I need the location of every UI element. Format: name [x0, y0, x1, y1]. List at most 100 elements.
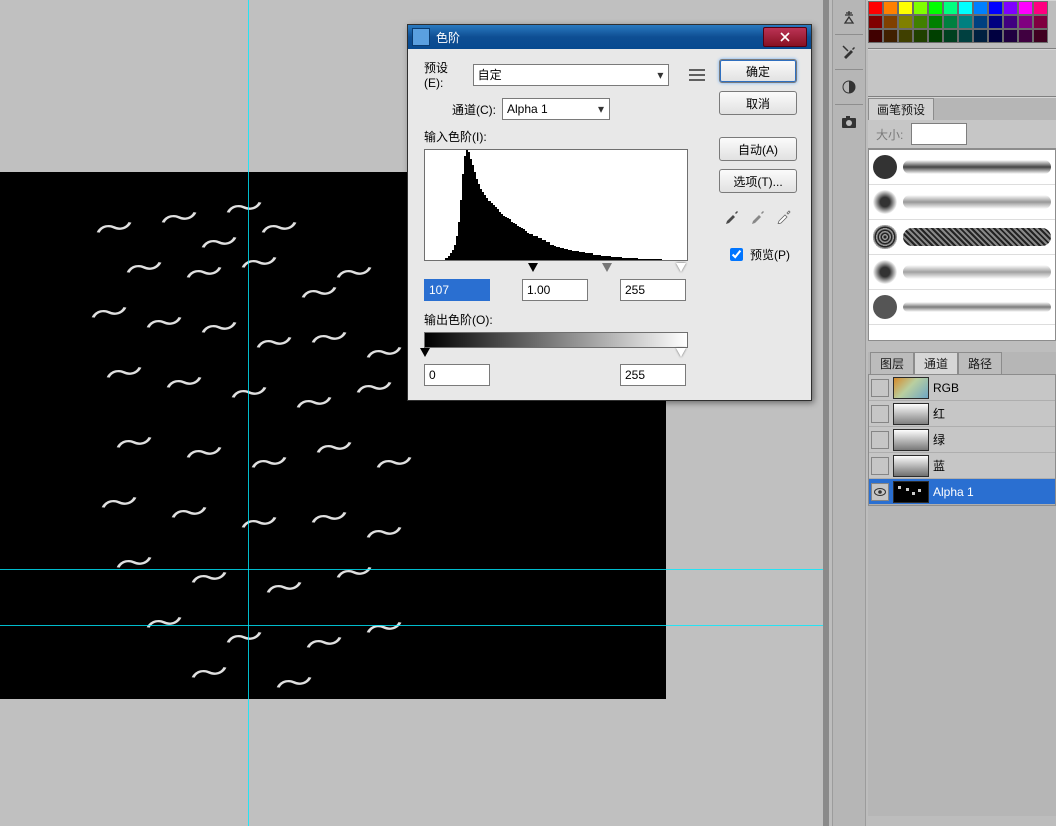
preset-menu-icon[interactable] — [687, 65, 707, 85]
channel-row-blue[interactable]: 蓝 — [869, 453, 1055, 479]
output-shadow-slider[interactable] — [420, 348, 430, 357]
swatch[interactable] — [988, 15, 1003, 29]
guide-horizontal-1[interactable] — [0, 569, 823, 570]
swatch[interactable] — [958, 15, 973, 29]
highlight-input[interactable] — [620, 279, 686, 301]
swatch[interactable] — [973, 15, 988, 29]
visibility-toggle[interactable] — [871, 405, 889, 423]
visibility-toggle[interactable] — [871, 379, 889, 397]
bird-glyph: 〜 — [291, 378, 338, 425]
shadow-input[interactable] — [424, 279, 490, 301]
swatch[interactable] — [868, 1, 883, 15]
brush-preset-item[interactable] — [869, 290, 1055, 325]
adjustments-icon[interactable] — [838, 76, 860, 98]
swatch[interactable] — [883, 15, 898, 29]
ok-button[interactable]: 确定 — [719, 59, 797, 83]
swatch[interactable] — [883, 29, 898, 43]
swatch[interactable] — [1018, 1, 1033, 15]
swatch[interactable] — [898, 1, 913, 15]
swatch[interactable] — [898, 15, 913, 29]
swatch[interactable] — [958, 29, 973, 43]
output-highlight-input[interactable] — [620, 364, 686, 386]
swatch[interactable] — [1003, 29, 1018, 43]
brush-preset-item[interactable] — [869, 185, 1055, 220]
channel-list[interactable]: RGB 红 绿 蓝 Alpha 1 — [868, 374, 1056, 506]
cancel-button[interactable]: 取消 — [719, 91, 797, 115]
swatch[interactable] — [913, 15, 928, 29]
close-button[interactable] — [763, 27, 807, 47]
channel-thumb — [893, 481, 929, 503]
swatches-panel[interactable] — [868, 0, 1056, 49]
output-shadow-input[interactable] — [424, 364, 490, 386]
swatch[interactable] — [928, 15, 943, 29]
brush-preset-item[interactable] — [869, 220, 1055, 255]
visibility-toggle[interactable] — [871, 457, 889, 475]
shadow-slider[interactable] — [528, 263, 538, 272]
swatch[interactable] — [1018, 29, 1033, 43]
swatch[interactable] — [883, 1, 898, 15]
output-slider-track[interactable] — [424, 348, 686, 360]
preset-select[interactable] — [473, 64, 670, 86]
visibility-toggle[interactable] — [871, 431, 889, 449]
swatch[interactable] — [898, 29, 913, 43]
brush-soft-round-icon — [873, 190, 897, 214]
channel-row-red[interactable]: 红 — [869, 401, 1055, 427]
swatch[interactable] — [988, 1, 1003, 15]
swatch[interactable] — [1033, 29, 1048, 43]
eyedropper-black-icon[interactable] — [723, 207, 741, 225]
channel-row-green[interactable]: 绿 — [869, 427, 1055, 453]
swatch[interactable] — [928, 29, 943, 43]
tab-brush-presets[interactable]: 画笔预设 — [868, 98, 934, 120]
channel-row-alpha1[interactable]: Alpha 1 — [869, 479, 1055, 505]
brush-texture-icon — [873, 225, 897, 249]
swatch[interactable] — [988, 29, 1003, 43]
bird-glyph: 〜 — [161, 358, 208, 405]
swatch[interactable] — [868, 15, 883, 29]
channel-thumb — [893, 455, 929, 477]
tools-icon[interactable] — [838, 41, 860, 63]
channel-row-rgb[interactable]: RGB — [869, 375, 1055, 401]
swatch[interactable] — [973, 29, 988, 43]
swatch[interactable] — [943, 1, 958, 15]
swatch[interactable] — [973, 1, 988, 15]
dialog-titlebar[interactable]: 色阶 — [408, 25, 811, 49]
auto-button[interactable]: 自动(A) — [719, 137, 797, 161]
swatch[interactable] — [1018, 15, 1033, 29]
swatch[interactable] — [943, 29, 958, 43]
midtone-slider[interactable] — [602, 263, 612, 272]
swatch[interactable] — [913, 29, 928, 43]
brush-settings-icon[interactable] — [838, 6, 860, 28]
panel-divider[interactable] — [823, 0, 829, 826]
eyedropper-gray-icon[interactable] — [749, 207, 767, 225]
guide-horizontal-2[interactable] — [0, 625, 823, 626]
output-highlight-slider[interactable] — [676, 348, 686, 357]
eyedropper-white-icon[interactable] — [775, 207, 793, 225]
swatch[interactable] — [1003, 15, 1018, 29]
visibility-toggle[interactable] — [871, 483, 889, 501]
channel-select[interactable] — [502, 98, 610, 120]
swatch[interactable] — [913, 1, 928, 15]
highlight-slider[interactable] — [676, 263, 686, 272]
brush-preset-list[interactable] — [868, 149, 1056, 341]
swatch[interactable] — [928, 1, 943, 15]
swatch[interactable] — [1033, 1, 1048, 15]
preview-checkbox[interactable]: 预览(P) — [726, 245, 790, 264]
swatch[interactable] — [868, 29, 883, 43]
options-button[interactable]: 选项(T)... — [719, 169, 797, 193]
swatch[interactable] — [943, 15, 958, 29]
brush-preset-item[interactable] — [869, 150, 1055, 185]
swatch[interactable] — [1033, 15, 1048, 29]
bird-glyph: 〜 — [181, 428, 228, 475]
camera-icon[interactable] — [838, 111, 860, 133]
bird-glyph: 〜 — [351, 363, 398, 410]
midtone-input[interactable] — [522, 279, 588, 301]
swatch[interactable] — [958, 1, 973, 15]
input-slider-track[interactable] — [424, 263, 686, 275]
guide-vertical[interactable] — [248, 0, 249, 826]
brush-size-input[interactable] — [911, 123, 967, 145]
brush-preset-item[interactable] — [869, 255, 1055, 290]
tab-layers[interactable]: 图层 — [870, 352, 914, 374]
swatch[interactable] — [1003, 1, 1018, 15]
tab-paths[interactable]: 路径 — [958, 352, 1002, 374]
tab-channels[interactable]: 通道 — [914, 352, 958, 374]
